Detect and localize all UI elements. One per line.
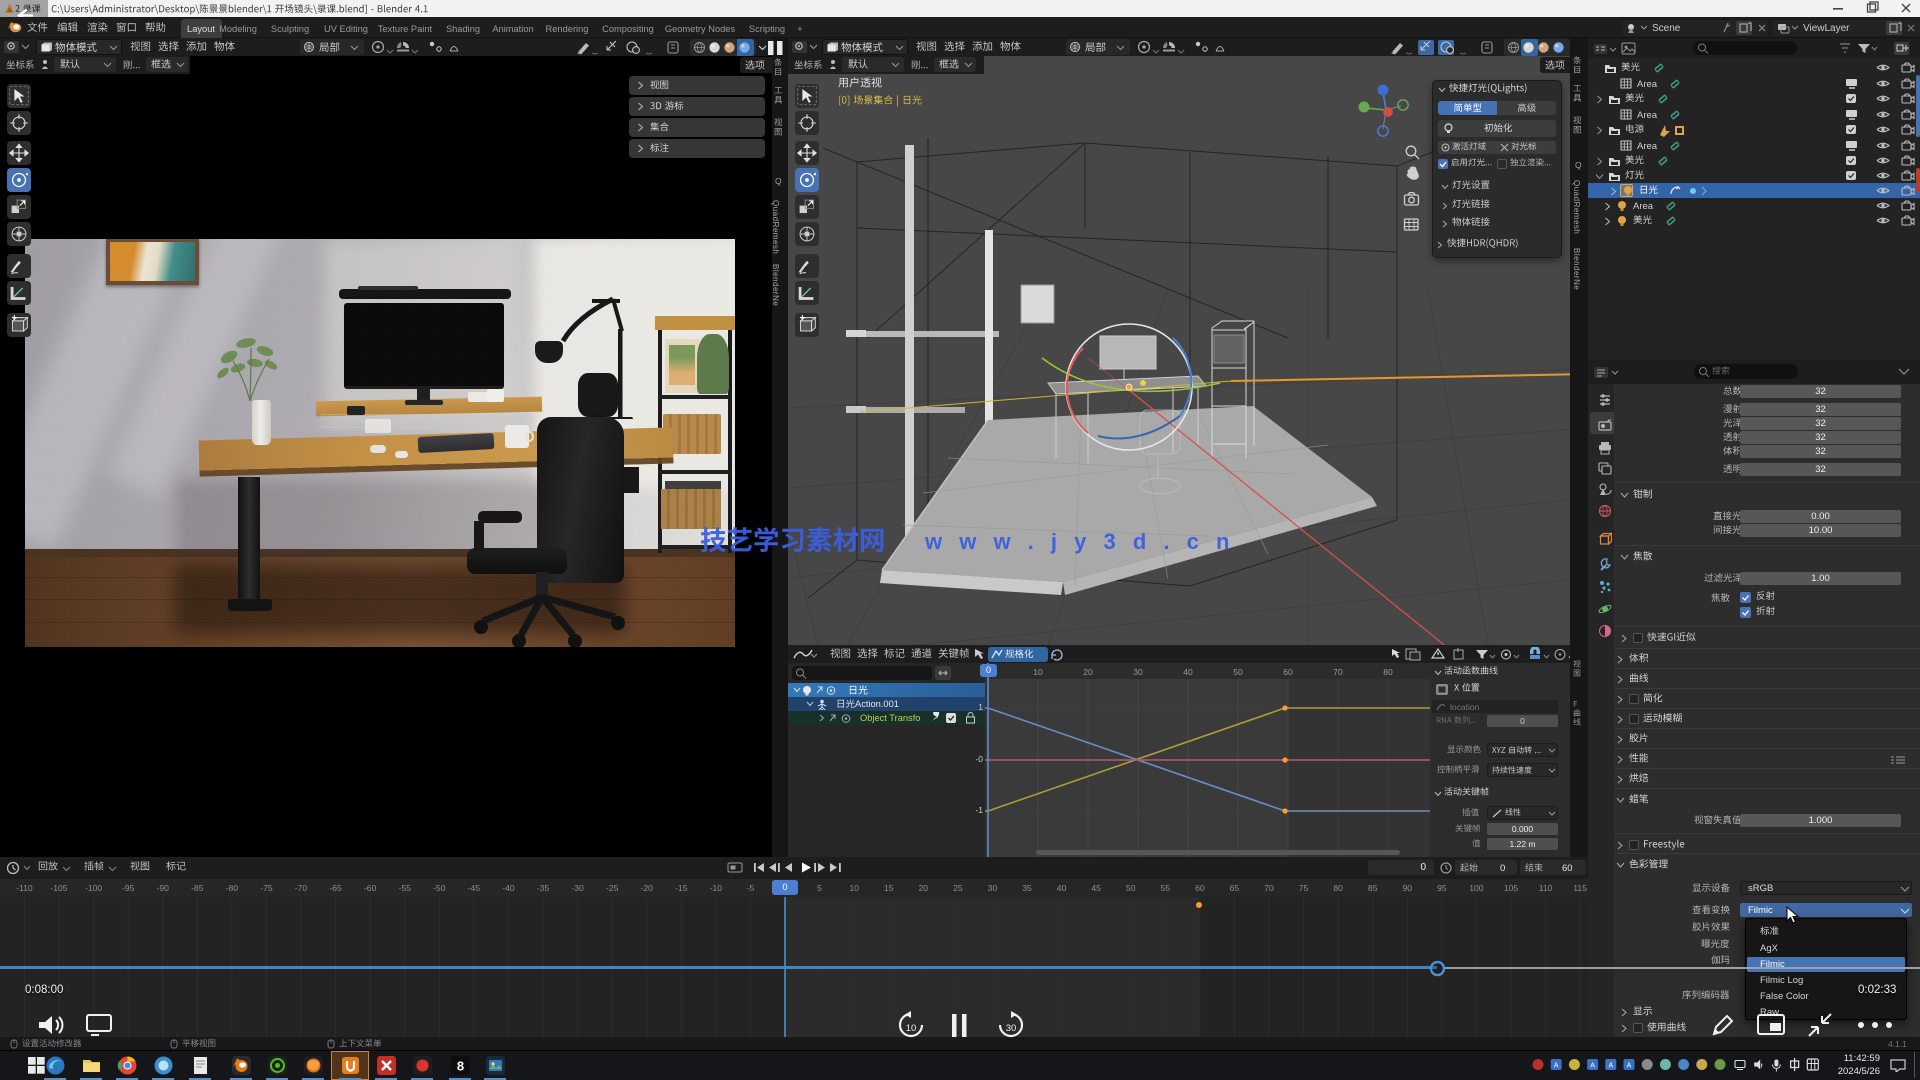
svg-text:A: A bbox=[1554, 1063, 1559, 1070]
svg-text:A: A bbox=[1590, 1063, 1595, 1070]
svg-text:10: 10 bbox=[906, 1023, 917, 1034]
svg-text:A: A bbox=[1608, 1063, 1613, 1070]
svg-text:30: 30 bbox=[1006, 1023, 1017, 1034]
svg-text:A: A bbox=[1627, 1063, 1632, 1070]
svg-text:8: 8 bbox=[457, 1059, 464, 1074]
